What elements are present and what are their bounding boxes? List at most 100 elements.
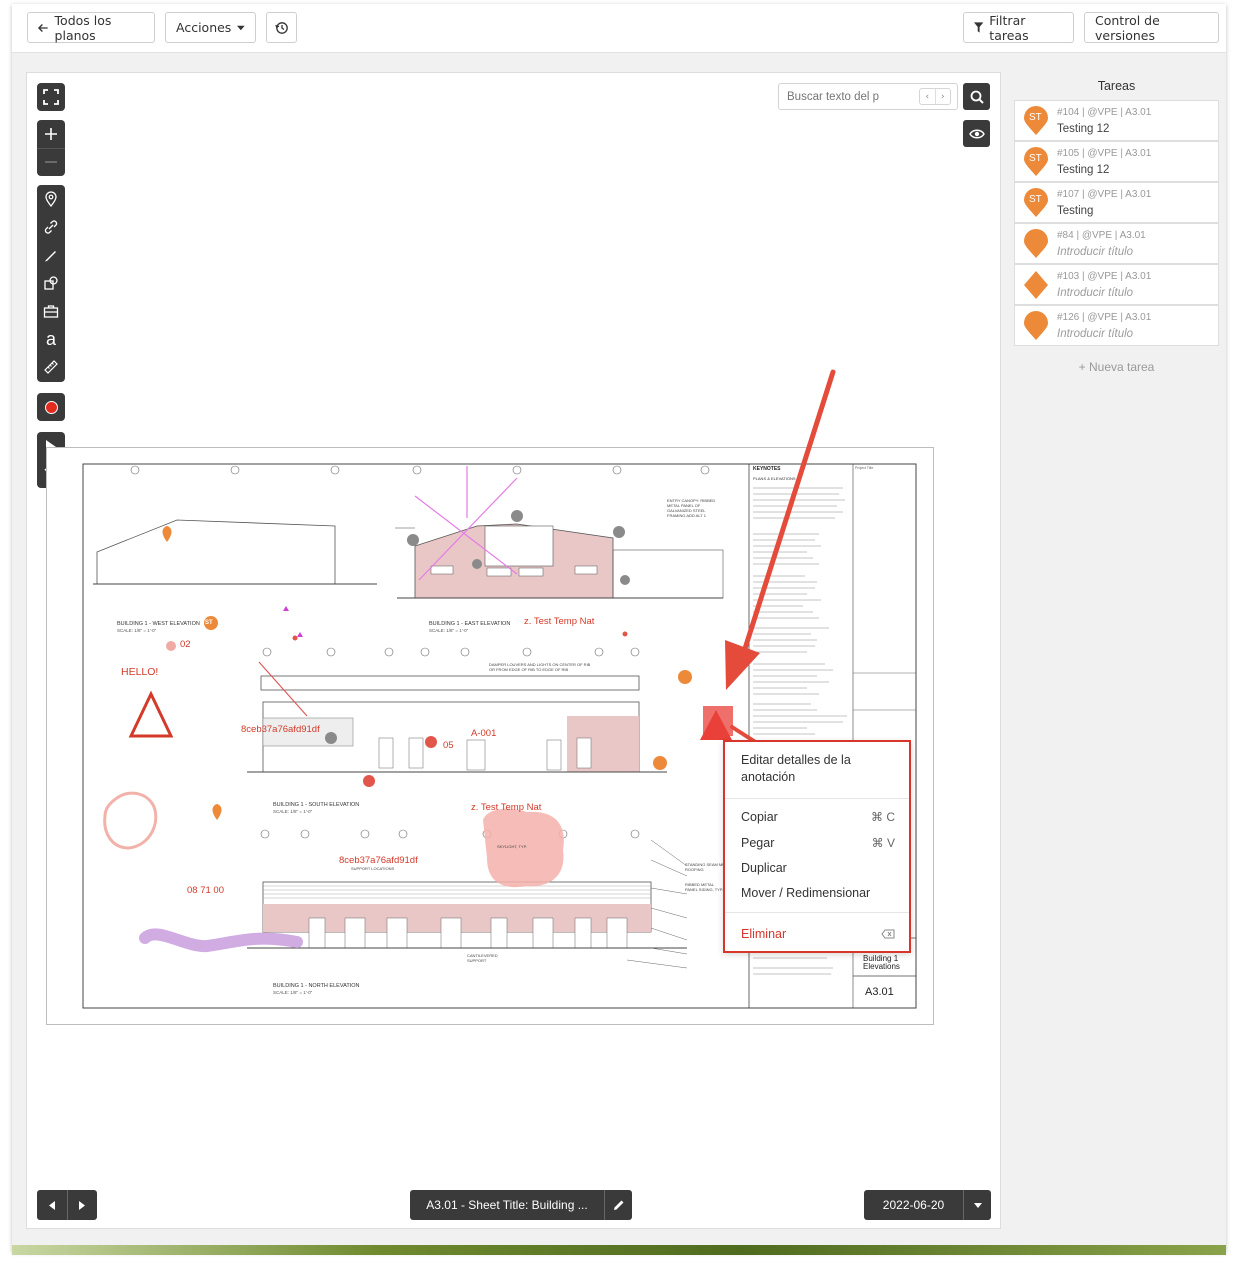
task-title: Introducir título [1057,246,1134,258]
all-plans-label: Todos los planos [54,12,112,43]
edit-sheet-title-button[interactable] [604,1190,632,1220]
skylight-callout: SKYLIGHT, TYP. [497,844,527,849]
number-02-annotation[interactable]: 02 [180,639,191,650]
map-pin-icon [1024,229,1048,258]
version-date-selector[interactable]: 2022-06-20 [864,1190,991,1220]
zoom-out-button[interactable] [37,148,65,176]
map-pin-icon [45,191,57,207]
task-meta: #126 | @VPE | A3.01 [1057,312,1152,323]
actions-button[interactable]: Acciones [165,12,256,43]
test-temp-annotation-1[interactable]: z. Test Temp Nat [524,616,594,627]
keynotes-title: KEYNOTES [753,466,781,472]
south-elevation-title: BUILDING 1 - SOUTH ELEVATION [273,802,360,808]
filter-tasks-label: Filtrar tareas [989,12,1029,43]
task-title: Testing 12 [1057,123,1110,135]
louvers-callout: DAMPER LOUVERS AND LIGHTS ON CENTER OF R… [489,662,591,672]
east-elevation-scale: SCALE: 1/8" = 1'-0" [429,628,469,633]
fullscreen-button[interactable] [37,83,65,111]
north-elevation-title: BUILDING 1 - NORTH ELEVATION [273,983,360,989]
south-elevation-scale: SCALE: 1/8" = 1'-0" [273,809,313,814]
task-item[interactable]: #126 | @VPE | A3.01 Introducir título [1014,305,1219,346]
fullscreen-icon [43,89,59,105]
diamond-marker-icon [1024,271,1048,299]
task-meta: #105 | @VPE | A3.01 [1057,148,1152,159]
next-sheet-button[interactable] [66,1190,98,1220]
new-task-button[interactable]: + Nueva tarea [1014,360,1219,374]
minus-icon [45,161,57,163]
project-title-label: Project Title [855,466,874,470]
ruler-icon [44,360,58,374]
toolbox-tool[interactable] [37,297,65,325]
task-title: Introducir título [1057,328,1134,340]
version-date: 2022-06-20 [882,1198,945,1212]
text-icon: a [45,328,56,349]
canopy-callout: ENTRY CANOPY: RIBBED METAL PANEL OF GALV… [667,498,716,518]
pen-tool[interactable] [37,241,65,269]
pin-label: ST [1029,112,1042,123]
sheet-title-bar[interactable]: A3.01 - Sheet Title: Building ... [410,1190,632,1220]
move-resize-item[interactable]: Mover / Redimensionar [741,886,870,900]
test-temp-annotation-2[interactable]: z. Test Temp Nat [471,802,541,813]
task-meta: #104 | @VPE | A3.01 [1057,107,1152,118]
version-dropdown-toggle[interactable] [963,1190,991,1220]
link-icon [44,220,58,234]
sheet-name-line2: Elevations [863,962,900,971]
west-elevation-scale: SCALE: 1/8" = 1'-0" [117,628,157,633]
pin-label: ST [1029,153,1042,164]
task-item[interactable]: #84 | @VPE | A3.01 Introducir título [1014,223,1219,264]
caret-down-icon [973,1202,982,1208]
task-item[interactable]: #103 | @VPE | A3.01 Introducir título [1014,264,1219,305]
pin-tool[interactable] [37,185,65,213]
tasks-title: Tareas [1097,79,1136,93]
paste-item[interactable]: Pegar [741,836,774,850]
attachment-annotation-2[interactable]: 8ceb37a76afd91df [339,855,418,866]
keynotes-subtitle: PLANS & ELEVATIONS [753,476,796,481]
text-search-box: ‹ › [778,83,958,110]
record-button[interactable] [37,393,65,421]
all-plans-button[interactable]: Todos los planos [27,12,155,43]
filter-tasks-button[interactable]: Filtrar tareas [963,12,1074,43]
search-next-button[interactable]: › [934,89,951,104]
measure-tool[interactable] [37,353,65,381]
caret-right-icon [79,1200,86,1210]
duplicate-item[interactable]: Duplicar [741,861,787,875]
search-prev-button[interactable]: ‹ [920,89,935,104]
code-annotation[interactable]: 08 71 00 [187,885,224,896]
north-elevation-scale: SCALE: 1/8" = 1'-0" [273,990,313,995]
delete-item[interactable]: Eliminar [741,927,786,941]
menu-divider [725,798,909,799]
cantilever-callout: CANTILEVERED SUPPORT [467,953,498,963]
edit-item-line2: anotación [741,770,796,784]
search-input[interactable] [779,84,909,109]
history-button[interactable] [266,12,297,43]
task-meta: #107 | @VPE | A3.01 [1057,189,1152,200]
plus-icon [45,128,57,140]
previous-sheet-button[interactable] [37,1190,67,1220]
search-button[interactable] [963,83,990,110]
text-tool[interactable]: a [37,325,65,353]
shapes-tool[interactable] [37,269,65,297]
task-item[interactable]: ST #104 | @VPE | A3.01 Testing 12 [1014,100,1219,141]
visibility-button[interactable] [963,120,990,147]
version-control-button[interactable]: Control de versiones [1084,12,1219,43]
sheet-title-text: A3.01 - Sheet Title: Building ... [426,1198,588,1212]
task-item[interactable]: ST #105 | @VPE | A3.01 Testing 12 [1014,141,1219,182]
task-item[interactable]: ST #107 | @VPE | A3.01 Testing [1014,182,1219,223]
a001-annotation[interactable]: A-001 [471,728,496,739]
copy-item[interactable]: Copiar [741,810,778,824]
task-meta: #84 | @VPE | A3.01 [1057,230,1146,241]
number-05-annotation[interactable]: 05 [443,740,454,751]
link-tool[interactable] [37,213,65,241]
page-nav [37,1190,97,1220]
attachment-annotation-1[interactable]: 8ceb37a76afd91df [241,724,320,735]
caret-down-icon [237,25,245,30]
edit-annotation-details-item[interactable]: Editar detalles de la anotación [741,752,851,786]
pin-label: ST [1029,194,1042,205]
zoom-in-button[interactable] [37,120,65,148]
record-icon [44,400,58,414]
sheet-number: A3.01 [865,986,894,998]
version-control-label: Control de versiones [1095,12,1160,43]
east-elevation-title: BUILDING 1 - EAST ELEVATION [429,621,511,627]
map-pin-icon [1024,311,1048,340]
hello-annotation[interactable]: HELLO! [121,666,158,678]
